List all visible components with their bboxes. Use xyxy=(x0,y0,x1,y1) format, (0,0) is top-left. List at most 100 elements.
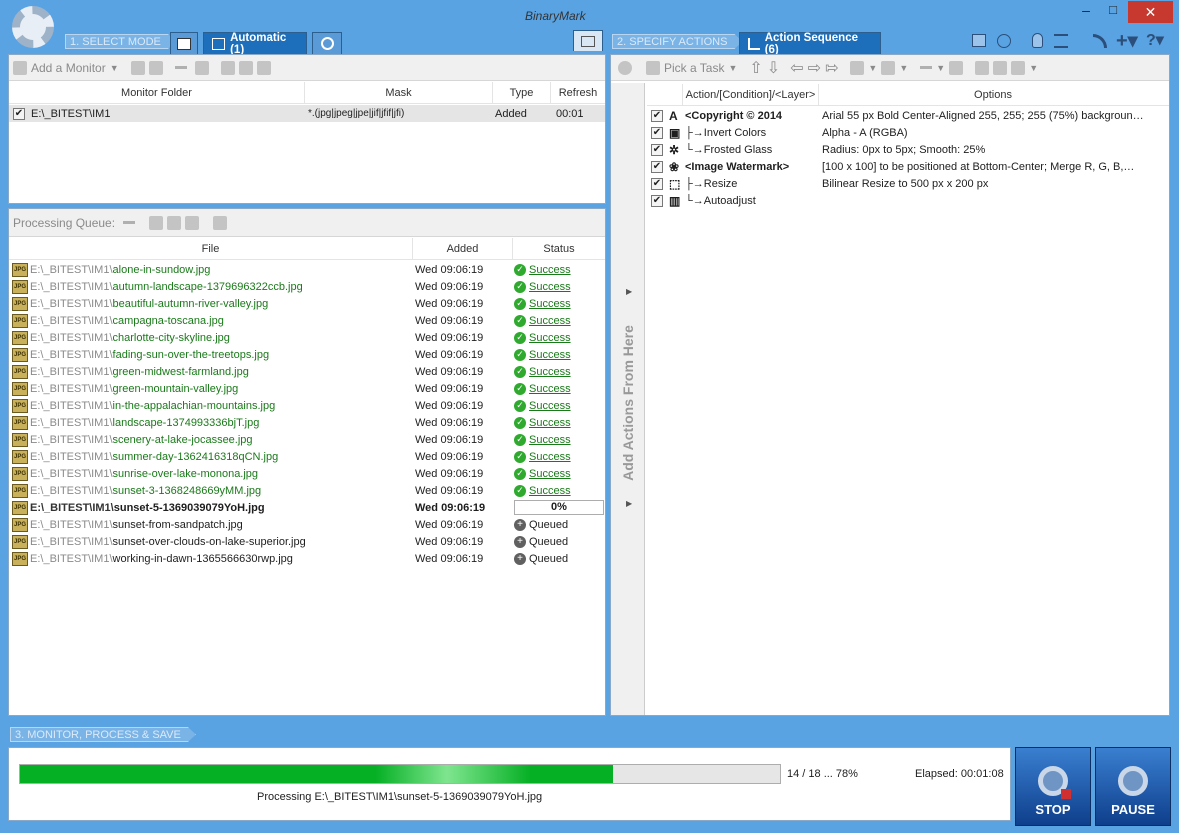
dropdown-arrow-icon[interactable]: ▼ xyxy=(110,63,119,73)
move-down-icon[interactable]: ⇩ xyxy=(767,58,780,78)
queue-row[interactable]: JPG E:\_BITEST\IM1\ green-midwest-farmland… xyxy=(9,363,605,380)
status-link[interactable]: Success xyxy=(529,298,571,310)
load-icon[interactable] xyxy=(238,60,253,75)
queue-row[interactable]: JPG E:\_BITEST\IM1\ charlotte-city-skyline… xyxy=(9,329,605,346)
queue-row[interactable]: JPG E:\_BITEST\IM1\ green-mountain-valley.… xyxy=(9,380,605,397)
rss-icon[interactable] xyxy=(1093,34,1107,48)
add-monitor-button[interactable]: Add a Monitor xyxy=(31,61,106,75)
queue-row[interactable]: JPG E:\_BITEST\IM1\ landscape-1374993336bj… xyxy=(9,414,605,431)
tab-automatic[interactable]: Automatic (1) xyxy=(203,32,307,56)
status-link[interactable]: Success xyxy=(529,332,571,344)
clear-failed-icon[interactable] xyxy=(185,215,200,230)
pick-task-dropdown-icon[interactable]: ▼ xyxy=(728,63,737,73)
tab-action-sequence[interactable]: Action Sequence (6) xyxy=(739,32,881,56)
console-icon[interactable] xyxy=(972,34,986,47)
queue-row[interactable]: JPG E:\_BITEST\IM1\ working-in-dawn-136556… xyxy=(9,550,605,567)
action-row[interactable]: ✔ A <Copyright © 2014 Arial 55 px Bold Cent… xyxy=(647,107,1167,124)
col-options[interactable]: Options xyxy=(819,84,1167,105)
jump-right-icon[interactable]: ⇰ xyxy=(825,58,838,78)
status-link[interactable]: Success xyxy=(529,434,571,446)
queue-row[interactable]: JPG E:\_BITEST\IM1\ sunrise-over-lake-mono… xyxy=(9,465,605,482)
col-added[interactable]: Added xyxy=(413,238,513,259)
pick-task-button[interactable]: Pick a Task xyxy=(664,61,724,75)
queue-row[interactable]: JPG E:\_BITEST\IM1\ scenery-at-lake-jocass… xyxy=(9,431,605,448)
col-mask[interactable]: Mask xyxy=(305,82,493,103)
status-link[interactable]: Success xyxy=(529,485,571,497)
queue-row[interactable]: JPG E:\_BITEST\IM1\ summer-day-1362416318q… xyxy=(9,448,605,465)
list-icon[interactable] xyxy=(194,60,209,75)
action-checkbox[interactable]: ✔ xyxy=(651,143,663,156)
col-status[interactable]: Status xyxy=(513,238,605,259)
action-checkbox[interactable]: ✔ xyxy=(651,160,663,173)
clear-queue-icon[interactable] xyxy=(149,215,164,230)
clear-completed-icon[interactable] xyxy=(167,215,182,230)
status-link[interactable]: Success xyxy=(529,264,571,276)
queue-row[interactable]: JPG E:\_BITEST\IM1\ sunset-from-sandpatch.… xyxy=(9,516,605,533)
queue-row[interactable]: JPG E:\_BITEST\IM1\ beautiful-autumn-river… xyxy=(9,295,605,312)
expand-arrow-icon[interactable]: ▶ xyxy=(626,287,632,296)
action-row[interactable]: ✔ ▥ └→ Autoadjust xyxy=(647,192,1167,209)
col-file[interactable]: File xyxy=(9,238,413,259)
status-link[interactable]: Success xyxy=(529,383,571,395)
queue-row[interactable]: JPG E:\_BITEST\IM1\ sunset-3-1368248669yMM… xyxy=(9,482,605,499)
status-link[interactable]: Success xyxy=(529,400,571,412)
add-layer-icon[interactable] xyxy=(881,60,896,75)
move-left-icon[interactable]: ⇦ xyxy=(790,58,803,78)
save-log-icon[interactable] xyxy=(213,215,228,230)
move-right-icon[interactable]: ⇨ xyxy=(808,58,821,78)
action-row[interactable]: ✔ ✲ └→ Frosted Glass Radius: 0px to 5px; Sm… xyxy=(647,141,1167,158)
help-dropdown-icon[interactable]: ?▾ xyxy=(1146,30,1164,50)
col-action[interactable]: Action/[Condition]/<Layer> xyxy=(683,84,819,105)
queue-row[interactable]: JPG E:\_BITEST\IM1\ fading-sun-over-the-tr… xyxy=(9,346,605,363)
action-checkbox[interactable]: ✔ xyxy=(651,109,663,122)
move-up-icon[interactable]: ⇧ xyxy=(749,58,762,78)
edit-monitor-icon[interactable] xyxy=(130,60,145,75)
remove-dropdown-icon[interactable]: ▼ xyxy=(936,63,945,73)
condition-dropdown-icon[interactable]: ▼ xyxy=(868,63,877,73)
action-checkbox[interactable]: ✔ xyxy=(651,177,663,190)
maximize-button[interactable]: □ xyxy=(1100,2,1126,22)
monitor-row[interactable]: ✔ E:\_BITEST\IM1 *.(jpg|jpeg|jpe|jif|jfi… xyxy=(9,105,605,122)
status-link[interactable]: Success xyxy=(529,366,571,378)
remove-monitor-icon[interactable] xyxy=(148,60,163,75)
open-sequence-icon[interactable] xyxy=(975,60,990,75)
open-folder-icon[interactable] xyxy=(220,60,235,75)
add-actions-sidebar[interactable]: ▶ Add Actions From Here ▶ xyxy=(611,83,645,715)
status-link[interactable]: Success xyxy=(529,315,571,327)
list-actions-icon[interactable] xyxy=(949,60,964,75)
col-refresh[interactable]: Refresh xyxy=(551,82,605,103)
remove-icon[interactable] xyxy=(174,66,187,69)
preview-toggle[interactable] xyxy=(573,30,603,51)
layer-dropdown-icon[interactable]: ▼ xyxy=(899,63,908,73)
monitor-row-checkbox[interactable]: ✔ xyxy=(13,107,25,120)
col-type[interactable]: Type xyxy=(493,82,551,103)
action-row[interactable]: ✔ ❀ <Image Watermark> [100 x 100] to be pos… xyxy=(647,158,1167,175)
add-condition-icon[interactable] xyxy=(850,60,865,75)
status-link[interactable]: Success xyxy=(529,468,571,480)
tab-scheduled[interactable] xyxy=(312,32,342,54)
queue-row[interactable]: JPG E:\_BITEST\IM1\ sunset-over-clouds-on-… xyxy=(9,533,605,550)
load-sequence-icon[interactable] xyxy=(993,60,1008,75)
lightbulb-icon[interactable] xyxy=(1032,33,1043,48)
col-monitor-folder[interactable]: Monitor Folder xyxy=(9,82,305,103)
status-link[interactable]: Success xyxy=(529,349,571,361)
action-row[interactable]: ✔ ⬚ ├→ Resize Bilinear Resize to 500 px x 2… xyxy=(647,175,1167,192)
checklist-icon[interactable] xyxy=(1054,34,1068,48)
remove-action-icon[interactable] xyxy=(920,66,933,69)
status-link[interactable]: Success xyxy=(529,451,571,463)
add-dropdown-icon[interactable]: +▾ xyxy=(1116,28,1138,53)
save-sequence-icon[interactable] xyxy=(1011,60,1026,75)
action-checkbox[interactable]: ✔ xyxy=(651,126,663,139)
remove-queue-icon[interactable] xyxy=(123,221,136,224)
save-icon[interactable] xyxy=(256,60,271,75)
action-row[interactable]: ✔ ▣ ├→ Invert Colors Alpha - A (RGBA) xyxy=(647,124,1167,141)
minimize-button[interactable]: – xyxy=(1073,2,1099,22)
close-button[interactable]: ✕ xyxy=(1128,1,1173,23)
save-dropdown-icon[interactable]: ▼ xyxy=(1029,63,1038,73)
stop-button[interactable]: STOP xyxy=(1015,747,1091,826)
status-link[interactable]: Success xyxy=(529,281,571,293)
expand-arrow-icon-2[interactable]: ▶ xyxy=(626,499,632,508)
queue-row[interactable]: JPG E:\_BITEST\IM1\ autumn-landscape-13796… xyxy=(9,278,605,295)
globe-icon[interactable] xyxy=(997,34,1011,48)
settings-gear-icon[interactable] xyxy=(12,6,54,48)
